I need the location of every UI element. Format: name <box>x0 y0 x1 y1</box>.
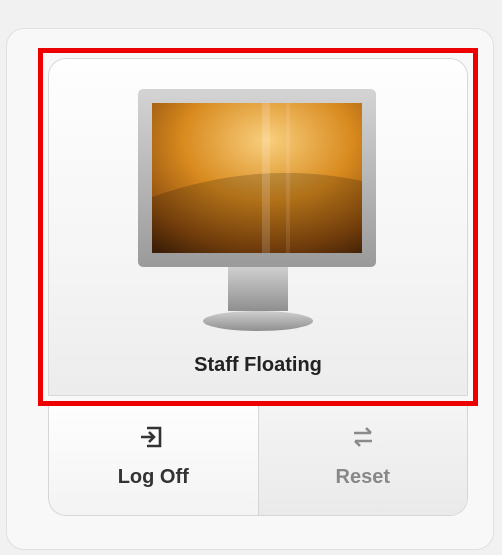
desktop-actions: Log Off Reset <box>48 406 468 516</box>
reset-label: Reset <box>335 466 390 488</box>
log-off-button[interactable]: Log Off <box>49 406 258 515</box>
desktop-name: Staff Floating <box>194 354 322 376</box>
reset-icon <box>259 422 468 452</box>
reset-button[interactable]: Reset <box>257 406 468 515</box>
desktop-tile-staff-floating[interactable]: Staff Floating <box>48 58 468 396</box>
log-off-icon <box>49 422 258 452</box>
log-off-label: Log Off <box>117 466 189 488</box>
monitor-icon <box>138 89 376 339</box>
